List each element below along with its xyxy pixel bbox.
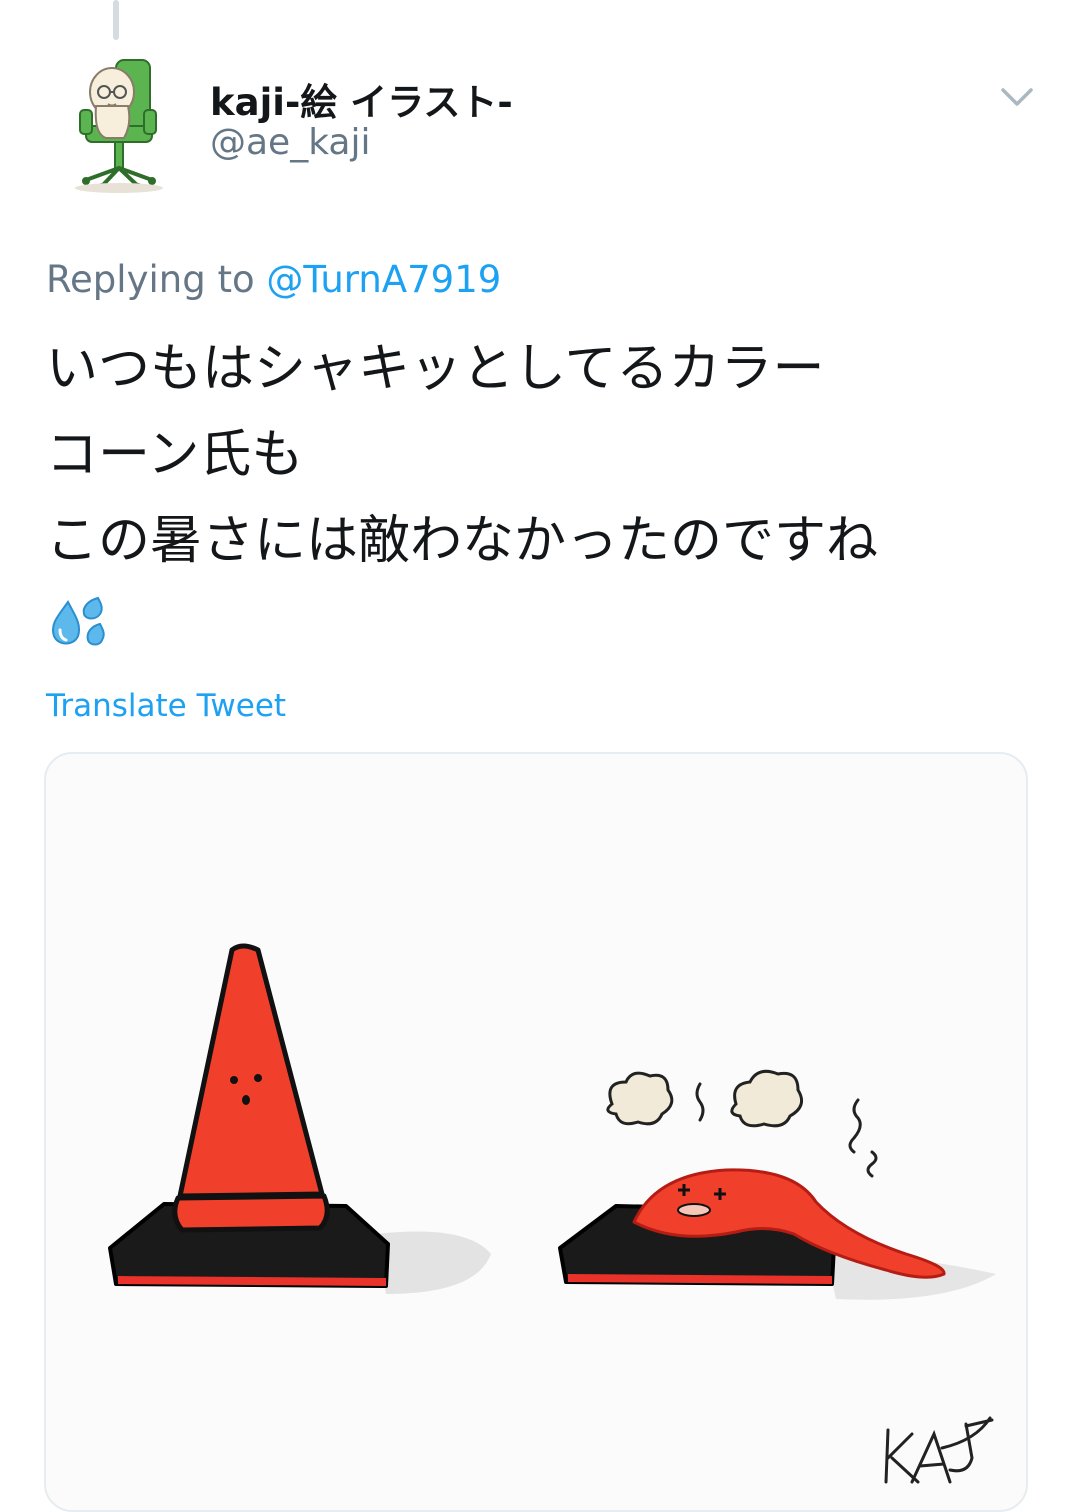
artist-signature bbox=[884, 1416, 994, 1484]
display-name[interactable]: kaji-絵 イラスト- bbox=[210, 72, 513, 126]
replying-to-mention-link[interactable]: @TurnA7919 bbox=[266, 258, 501, 301]
translate-tweet-link[interactable]: Translate Tweet bbox=[46, 688, 286, 724]
tweet-text: いつもはシャキッとしてるカラー コーン氏も この暑さには敵わなかったのですね bbox=[46, 339, 879, 571]
replying-to-label: Replying to bbox=[46, 258, 267, 301]
thread-connector-line bbox=[113, 0, 119, 40]
tweet-media-image[interactable] bbox=[44, 752, 1028, 1512]
user-avatar[interactable] bbox=[66, 54, 166, 194]
replying-to-line: Replying to @TurnA7919 bbox=[46, 258, 501, 301]
chevron-down-icon[interactable] bbox=[998, 82, 1036, 112]
user-handle[interactable]: @ae_kaji bbox=[210, 122, 371, 163]
sweat-droplets-emoji bbox=[46, 594, 106, 650]
